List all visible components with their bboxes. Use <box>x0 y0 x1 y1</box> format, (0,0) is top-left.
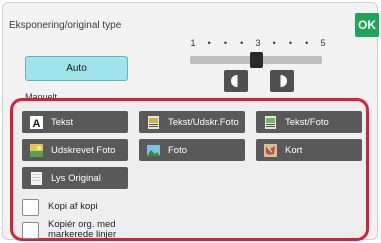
svg-text:A: A <box>33 118 41 129</box>
type-button-text-printed-photo[interactable]: Tekst/Udskr.Foto <box>139 111 245 133</box>
scale-label: 5 <box>320 38 326 48</box>
type-button-light-original[interactable]: Lys Original <box>22 167 128 189</box>
type-button-label: Udskrevet Foto <box>51 144 116 156</box>
type-button-text[interactable]: A Tekst <box>22 111 128 133</box>
darker-button[interactable] <box>224 70 248 92</box>
scale-label: 1 <box>190 38 196 48</box>
type-button-label: Kort <box>285 144 303 156</box>
ok-button[interactable]: OK <box>355 13 379 37</box>
lighter-button[interactable] <box>270 70 294 92</box>
text-photo-icon <box>265 115 276 129</box>
type-button-label: Foto <box>168 144 188 156</box>
checkbox-label: Kopiér org. med markerede linjer <box>48 220 116 240</box>
checkbox-label-line2: markerede linjer <box>48 229 117 240</box>
printed-photo-icon <box>30 143 43 157</box>
type-button-text-photo[interactable]: Tekst/Foto <box>256 111 362 133</box>
copy-of-copy-option[interactable]: Kopi af kopi <box>22 196 98 218</box>
type-button-label: Tekst <box>51 116 74 128</box>
type-button-printed-photo[interactable]: Udskrevet Foto <box>22 139 128 161</box>
type-button-map[interactable]: Kort <box>256 139 362 161</box>
scale-label: • <box>240 38 244 48</box>
text-printed-photo-icon <box>148 115 159 129</box>
photo-icon <box>147 144 160 156</box>
scale-label: 3 <box>255 38 261 48</box>
marked-lines-checkbox[interactable] <box>22 221 39 239</box>
darker-icon <box>231 75 238 87</box>
copy-of-copy-checkbox[interactable] <box>22 198 39 216</box>
marked-lines-option[interactable]: Kopiér org. med markerede linjer <box>22 219 116 241</box>
type-button-label: Tekst/Udskr.Foto <box>168 116 239 128</box>
scale-label: • <box>207 38 211 48</box>
map-icon <box>264 143 277 157</box>
auto-button[interactable]: Auto <box>25 56 128 81</box>
scale-label: • <box>305 38 309 48</box>
scale-label: • <box>288 38 293 48</box>
type-button-label: Tekst/Foto <box>285 116 329 128</box>
type-button-photo[interactable]: Foto <box>139 139 245 161</box>
text-a-icon: A <box>30 115 43 129</box>
type-button-label: Lys Original <box>51 172 101 184</box>
scale-label: • <box>223 38 228 48</box>
exposure-slider-thumb[interactable] <box>250 52 263 68</box>
checkbox-label: Kopi af kopi <box>48 201 98 212</box>
exposure-scale: 1 • • • 3 • • • 5 <box>188 36 328 50</box>
dialog-title: Eksponering/original type <box>9 20 122 31</box>
light-original-icon <box>31 171 42 185</box>
scale-label: • <box>272 38 276 48</box>
lighter-icon <box>280 75 287 87</box>
